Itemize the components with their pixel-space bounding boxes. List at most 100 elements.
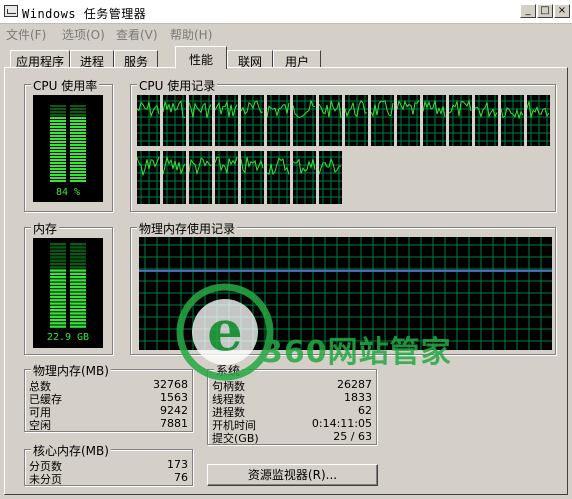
meter-segment: [50, 269, 66, 272]
meter-segment: [50, 312, 66, 315]
tab-processes[interactable]: 进程: [70, 50, 114, 69]
cpu-usage-line: [266, 157, 290, 176]
memory-history-graph: [139, 237, 552, 350]
cpu-usage-line: [396, 99, 420, 115]
meter-segment: [50, 177, 66, 179]
maximize-button[interactable]: □: [537, 4, 553, 18]
tab-applications[interactable]: 应用程序: [10, 50, 70, 69]
cpu-usage-line: [266, 102, 290, 118]
meter-segment: [70, 289, 86, 292]
cpu-usage-line: [292, 158, 316, 174]
meter-segment: [50, 249, 66, 252]
meter-segment: [50, 282, 66, 285]
meter-segment: [50, 147, 66, 149]
meter-segment: [50, 266, 66, 269]
stat-row: 总数 32768: [25, 378, 192, 393]
meter-segment: [70, 132, 86, 134]
meter-segment: [50, 150, 66, 152]
meter-segment: [50, 165, 66, 167]
cpu-usage-meter: 84 %: [33, 95, 103, 202]
cpu-usage-line: [162, 155, 186, 176]
meter-segment: [70, 305, 86, 308]
meter-segment: [50, 171, 66, 173]
meter-segment: [70, 315, 86, 318]
menu-bar: 文件(F) 选项(O) 查看(V) 帮助(H): [0, 24, 572, 42]
meter-segment: [70, 272, 86, 275]
meter-segment: [50, 129, 66, 131]
menu-options[interactable]: 选项(O): [62, 26, 105, 43]
meter-segment: [70, 144, 86, 146]
meter-segment: [70, 123, 86, 125]
meter-segment: [50, 135, 66, 137]
meter-segment: [70, 105, 86, 107]
meter-segment: [50, 259, 66, 262]
meter-segment: [50, 295, 66, 299]
meter-segment: [50, 174, 66, 176]
task-manager-icon: [4, 5, 18, 17]
cpu-meter-bars: [50, 105, 86, 182]
stat-label: 提交(GB): [212, 432, 259, 445]
stat-row: 开机时间 0:14:11:05: [208, 417, 376, 432]
stat-row: 可用 9242: [25, 404, 192, 419]
close-button[interactable]: ×: [554, 4, 570, 18]
meter-segment: [70, 129, 86, 131]
meter-segment: [70, 285, 86, 289]
physical-memory-group: 物理内存(MB) 总数 32768 已缓存 1563 可用 9242 空闲 7881: [24, 362, 193, 432]
meter-segment: [50, 243, 66, 246]
meter-segment: [50, 117, 66, 119]
meter-segment: [70, 141, 86, 143]
tab-services[interactable]: 服务: [114, 50, 158, 69]
meter-segment: [50, 108, 66, 110]
stat-value: 25 / 63: [333, 430, 372, 443]
resource-monitor-button[interactable]: 资源监视器(R)...: [207, 464, 378, 486]
meter-segment: [50, 162, 66, 164]
system-group: 系统 句柄数 26287 线程数 1833 进程数 62 开机时间 0:14:11:05…: [207, 362, 377, 445]
physical-memory-title: 物理内存(MB): [31, 362, 111, 379]
cpu-core-graph: [188, 151, 212, 204]
meter-segment: [70, 111, 86, 113]
meter-segment: [70, 150, 86, 152]
system-title: 系统: [214, 362, 243, 379]
tab-users[interactable]: 用户: [273, 50, 321, 69]
memory-history-title: 物理内存使用记录: [137, 220, 238, 237]
menu-file[interactable]: 文件(F): [6, 26, 46, 43]
meter-segment: [70, 269, 86, 272]
meter-segment: [50, 289, 66, 292]
stat-value: 1563: [160, 391, 188, 404]
meter-segment: [50, 156, 66, 158]
menu-view[interactable]: 查看(V): [116, 26, 158, 43]
meter-segment: [50, 315, 66, 318]
stat-label: 未分页: [29, 473, 62, 486]
meter-segment: [50, 114, 66, 116]
tab-performance[interactable]: 性能: [175, 46, 227, 69]
memory-group: 内存 22.9 GB: [24, 220, 113, 355]
stat-row: 空闲 7881: [25, 417, 192, 432]
menu-help[interactable]: 帮助(H): [170, 26, 212, 43]
stat-row: 已缓存 1563: [25, 391, 192, 406]
cpu-core-graph: [266, 95, 290, 146]
meter-segment: [70, 309, 86, 312]
meter-segment: [70, 153, 86, 155]
meter-segment: [70, 243, 86, 246]
meter-segment: [50, 272, 66, 275]
meter-segment: [50, 302, 66, 305]
meter-segment: [50, 144, 66, 146]
meter-segment: [70, 322, 86, 325]
cpu-core-graph: [240, 151, 264, 204]
title-bar: Windows 任务管理器 _ □ ×: [0, 0, 572, 24]
meter-segment: [50, 276, 66, 279]
meter-segment: [50, 153, 66, 155]
cpu-core-graph: [162, 95, 186, 146]
tab-networking[interactable]: 联网: [227, 50, 273, 69]
cpu-core-graph: [266, 151, 290, 204]
meter-segment: [70, 318, 86, 322]
memory-history-chart: [139, 237, 552, 350]
tab-strip: 应用程序 进程 服务 性能 联网 用户: [0, 46, 572, 69]
meter-segment: [50, 322, 66, 325]
cpu-core-graph: [136, 151, 160, 204]
cpu-usage-line: [188, 102, 212, 119]
meter-segment: [70, 147, 86, 149]
minimize-button[interactable]: _: [520, 4, 536, 18]
cpu-usage-line: [240, 100, 264, 115]
cpu-core-graph: [500, 95, 524, 146]
